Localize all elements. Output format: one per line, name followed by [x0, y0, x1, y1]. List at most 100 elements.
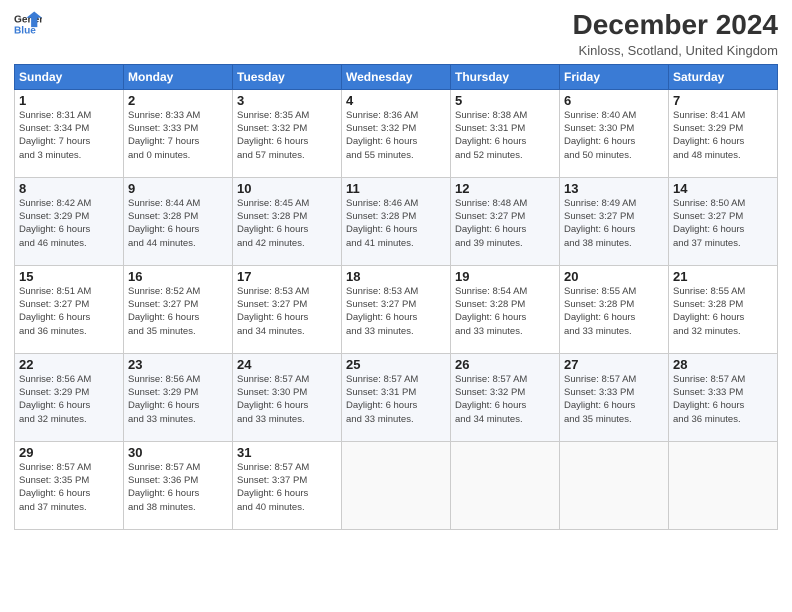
calendar-cell: 8Sunrise: 8:42 AMSunset: 3:29 PMDaylight…: [15, 177, 124, 265]
day-info: Sunrise: 8:54 AMSunset: 3:28 PMDaylight:…: [455, 285, 555, 338]
header-cell-monday: Monday: [124, 64, 233, 89]
week-row-4: 22Sunrise: 8:56 AMSunset: 3:29 PMDayligh…: [15, 353, 778, 441]
header-row: SundayMondayTuesdayWednesdayThursdayFrid…: [15, 64, 778, 89]
day-number: 11: [346, 181, 446, 196]
calendar-cell: 19Sunrise: 8:54 AMSunset: 3:28 PMDayligh…: [451, 265, 560, 353]
week-row-5: 29Sunrise: 8:57 AMSunset: 3:35 PMDayligh…: [15, 441, 778, 529]
logo-icon: General Blue: [14, 10, 42, 38]
day-number: 5: [455, 93, 555, 108]
day-info: Sunrise: 8:33 AMSunset: 3:33 PMDaylight:…: [128, 109, 228, 162]
calendar-cell: 29Sunrise: 8:57 AMSunset: 3:35 PMDayligh…: [15, 441, 124, 529]
day-info: Sunrise: 8:38 AMSunset: 3:31 PMDaylight:…: [455, 109, 555, 162]
day-number: 20: [564, 269, 664, 284]
main-title: December 2024: [573, 10, 778, 41]
calendar-cell: 24Sunrise: 8:57 AMSunset: 3:30 PMDayligh…: [233, 353, 342, 441]
day-number: 23: [128, 357, 228, 372]
week-row-2: 8Sunrise: 8:42 AMSunset: 3:29 PMDaylight…: [15, 177, 778, 265]
day-number: 7: [673, 93, 773, 108]
calendar-cell: 12Sunrise: 8:48 AMSunset: 3:27 PMDayligh…: [451, 177, 560, 265]
calendar-cell: [342, 441, 451, 529]
calendar-cell: 7Sunrise: 8:41 AMSunset: 3:29 PMDaylight…: [669, 89, 778, 177]
day-info: Sunrise: 8:36 AMSunset: 3:32 PMDaylight:…: [346, 109, 446, 162]
week-row-3: 15Sunrise: 8:51 AMSunset: 3:27 PMDayligh…: [15, 265, 778, 353]
day-info: Sunrise: 8:50 AMSunset: 3:27 PMDaylight:…: [673, 197, 773, 250]
day-info: Sunrise: 8:57 AMSunset: 3:35 PMDaylight:…: [19, 461, 119, 514]
day-info: Sunrise: 8:56 AMSunset: 3:29 PMDaylight:…: [19, 373, 119, 426]
header-cell-friday: Friday: [560, 64, 669, 89]
day-info: Sunrise: 8:52 AMSunset: 3:27 PMDaylight:…: [128, 285, 228, 338]
day-info: Sunrise: 8:41 AMSunset: 3:29 PMDaylight:…: [673, 109, 773, 162]
calendar-cell: [669, 441, 778, 529]
day-info: Sunrise: 8:31 AMSunset: 3:34 PMDaylight:…: [19, 109, 119, 162]
calendar-cell: 15Sunrise: 8:51 AMSunset: 3:27 PMDayligh…: [15, 265, 124, 353]
day-info: Sunrise: 8:55 AMSunset: 3:28 PMDaylight:…: [564, 285, 664, 338]
day-number: 6: [564, 93, 664, 108]
calendar: SundayMondayTuesdayWednesdayThursdayFrid…: [14, 64, 778, 530]
day-info: Sunrise: 8:57 AMSunset: 3:31 PMDaylight:…: [346, 373, 446, 426]
calendar-header: SundayMondayTuesdayWednesdayThursdayFrid…: [15, 64, 778, 89]
subtitle: Kinloss, Scotland, United Kingdom: [573, 43, 778, 58]
day-number: 15: [19, 269, 119, 284]
calendar-cell: 31Sunrise: 8:57 AMSunset: 3:37 PMDayligh…: [233, 441, 342, 529]
day-number: 25: [346, 357, 446, 372]
week-row-1: 1Sunrise: 8:31 AMSunset: 3:34 PMDaylight…: [15, 89, 778, 177]
header-cell-sunday: Sunday: [15, 64, 124, 89]
calendar-cell: 27Sunrise: 8:57 AMSunset: 3:33 PMDayligh…: [560, 353, 669, 441]
calendar-cell: 20Sunrise: 8:55 AMSunset: 3:28 PMDayligh…: [560, 265, 669, 353]
day-number: 9: [128, 181, 228, 196]
calendar-cell: 25Sunrise: 8:57 AMSunset: 3:31 PMDayligh…: [342, 353, 451, 441]
calendar-cell: 17Sunrise: 8:53 AMSunset: 3:27 PMDayligh…: [233, 265, 342, 353]
day-number: 29: [19, 445, 119, 460]
day-info: Sunrise: 8:51 AMSunset: 3:27 PMDaylight:…: [19, 285, 119, 338]
day-number: 8: [19, 181, 119, 196]
day-number: 26: [455, 357, 555, 372]
day-number: 24: [237, 357, 337, 372]
day-info: Sunrise: 8:49 AMSunset: 3:27 PMDaylight:…: [564, 197, 664, 250]
day-number: 17: [237, 269, 337, 284]
calendar-cell: 6Sunrise: 8:40 AMSunset: 3:30 PMDaylight…: [560, 89, 669, 177]
calendar-cell: 1Sunrise: 8:31 AMSunset: 3:34 PMDaylight…: [15, 89, 124, 177]
day-info: Sunrise: 8:40 AMSunset: 3:30 PMDaylight:…: [564, 109, 664, 162]
day-number: 4: [346, 93, 446, 108]
calendar-cell: 2Sunrise: 8:33 AMSunset: 3:33 PMDaylight…: [124, 89, 233, 177]
day-number: 30: [128, 445, 228, 460]
day-number: 13: [564, 181, 664, 196]
calendar-cell: 26Sunrise: 8:57 AMSunset: 3:32 PMDayligh…: [451, 353, 560, 441]
day-info: Sunrise: 8:57 AMSunset: 3:30 PMDaylight:…: [237, 373, 337, 426]
calendar-cell: 21Sunrise: 8:55 AMSunset: 3:28 PMDayligh…: [669, 265, 778, 353]
calendar-cell: [451, 441, 560, 529]
day-number: 28: [673, 357, 773, 372]
calendar-cell: 18Sunrise: 8:53 AMSunset: 3:27 PMDayligh…: [342, 265, 451, 353]
calendar-cell: 11Sunrise: 8:46 AMSunset: 3:28 PMDayligh…: [342, 177, 451, 265]
day-info: Sunrise: 8:44 AMSunset: 3:28 PMDaylight:…: [128, 197, 228, 250]
calendar-cell: 22Sunrise: 8:56 AMSunset: 3:29 PMDayligh…: [15, 353, 124, 441]
calendar-cell: 9Sunrise: 8:44 AMSunset: 3:28 PMDaylight…: [124, 177, 233, 265]
day-number: 14: [673, 181, 773, 196]
day-info: Sunrise: 8:55 AMSunset: 3:28 PMDaylight:…: [673, 285, 773, 338]
day-number: 12: [455, 181, 555, 196]
day-number: 22: [19, 357, 119, 372]
calendar-cell: 28Sunrise: 8:57 AMSunset: 3:33 PMDayligh…: [669, 353, 778, 441]
day-number: 19: [455, 269, 555, 284]
page: General Blue December 2024 Kinloss, Scot…: [0, 0, 792, 612]
day-number: 16: [128, 269, 228, 284]
day-info: Sunrise: 8:57 AMSunset: 3:36 PMDaylight:…: [128, 461, 228, 514]
calendar-cell: 14Sunrise: 8:50 AMSunset: 3:27 PMDayligh…: [669, 177, 778, 265]
day-number: 18: [346, 269, 446, 284]
logo: General Blue: [14, 10, 42, 38]
day-info: Sunrise: 8:57 AMSunset: 3:37 PMDaylight:…: [237, 461, 337, 514]
header: General Blue December 2024 Kinloss, Scot…: [14, 10, 778, 58]
title-block: December 2024 Kinloss, Scotland, United …: [573, 10, 778, 58]
day-number: 2: [128, 93, 228, 108]
day-number: 3: [237, 93, 337, 108]
day-info: Sunrise: 8:57 AMSunset: 3:33 PMDaylight:…: [564, 373, 664, 426]
day-number: 1: [19, 93, 119, 108]
calendar-cell: 23Sunrise: 8:56 AMSunset: 3:29 PMDayligh…: [124, 353, 233, 441]
day-info: Sunrise: 8:53 AMSunset: 3:27 PMDaylight:…: [346, 285, 446, 338]
day-info: Sunrise: 8:42 AMSunset: 3:29 PMDaylight:…: [19, 197, 119, 250]
calendar-cell: 16Sunrise: 8:52 AMSunset: 3:27 PMDayligh…: [124, 265, 233, 353]
day-info: Sunrise: 8:53 AMSunset: 3:27 PMDaylight:…: [237, 285, 337, 338]
day-info: Sunrise: 8:57 AMSunset: 3:32 PMDaylight:…: [455, 373, 555, 426]
header-cell-thursday: Thursday: [451, 64, 560, 89]
header-cell-wednesday: Wednesday: [342, 64, 451, 89]
